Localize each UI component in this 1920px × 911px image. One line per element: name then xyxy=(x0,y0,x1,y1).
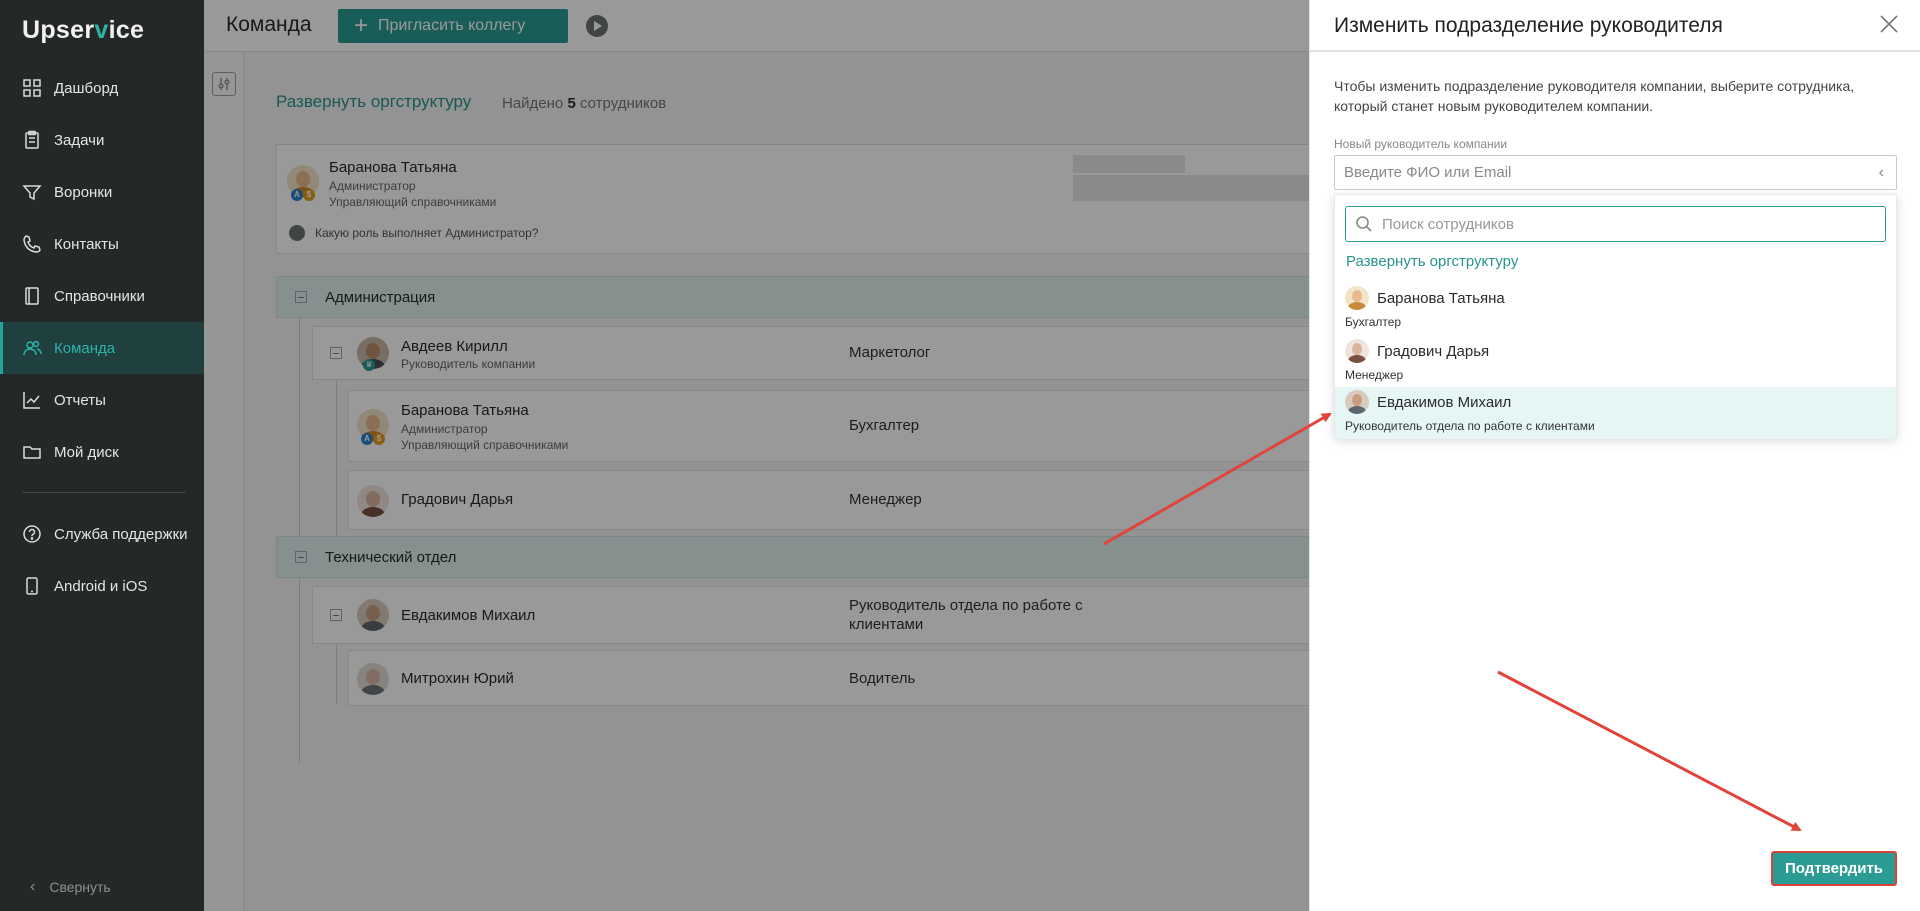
panel-description: Чтобы изменить подразделение руководител… xyxy=(1334,78,1855,114)
team-icon xyxy=(22,338,42,358)
sidebar-item-label: Служба поддержки xyxy=(54,525,188,543)
search-icon xyxy=(1355,215,1373,233)
new-head-placeholder: Введите ФИО или Email xyxy=(1344,164,1512,181)
sidebar-item-label: Задачи xyxy=(54,131,105,149)
search-placeholder: Поиск сотрудников xyxy=(1382,215,1514,233)
sidebar-item-label: Воронки xyxy=(54,183,113,201)
collapse-sidebar-button[interactable]: ‹ Свернуть xyxy=(30,878,111,896)
sidebar-item-directories[interactable]: Справочники xyxy=(0,270,204,322)
tasks-icon xyxy=(22,130,42,150)
option-name: Баранова Татьяна xyxy=(1377,290,1505,307)
help-icon xyxy=(22,524,42,544)
option-role: Менеджер xyxy=(1345,368,1404,382)
option-role: Бухгалтер xyxy=(1345,315,1402,329)
sidebar-divider xyxy=(22,492,186,493)
option-role: Руководитель отдела по работе с клиентам… xyxy=(1345,419,1595,433)
sidebar-item-funnels[interactable]: Воронки xyxy=(0,166,204,218)
sidebar-item-label: Дашборд xyxy=(54,79,119,97)
expand-orgchart-link[interactable]: Развернуть оргструктуру xyxy=(1346,253,1518,270)
folder-icon xyxy=(22,442,42,462)
book-icon xyxy=(22,286,42,306)
sidebar-item-reports[interactable]: Отчеты xyxy=(0,374,204,426)
avatar xyxy=(1345,390,1369,414)
employee-option[interactable]: Градович Дарья Менеджер xyxy=(1335,336,1896,388)
panel-title: Изменить подразделение руководителя xyxy=(1334,14,1723,37)
sidebar-item-label: Мой диск xyxy=(54,443,119,461)
logo[interactable]: Upservice xyxy=(22,16,144,45)
sidebar-item-mobile[interactable]: Android и iOS xyxy=(0,560,204,612)
option-name: Евдакимов Михаил xyxy=(1377,394,1512,411)
employee-option-highlighted[interactable]: Евдакимов Михаил Руководитель отдела по … xyxy=(1335,387,1896,439)
sidebar-item-tasks[interactable]: Задачи xyxy=(0,114,204,166)
sidebar-item-label: Справочники xyxy=(54,287,145,305)
employee-dropdown: Поиск сотрудников Развернуть оргструктур… xyxy=(1334,194,1897,439)
new-head-select[interactable]: Введите ФИО или Email ‹ xyxy=(1334,155,1897,190)
sidebar-item-label: Android и iOS xyxy=(54,577,148,595)
funnel-icon xyxy=(22,182,42,202)
app-root: Upservice Дашборд Задачи Воронки Контакт… xyxy=(0,0,1920,911)
chevron-left-icon: ‹ xyxy=(1878,164,1884,181)
avatar xyxy=(1345,286,1369,310)
change-head-panel: Изменить подразделение руководителя Чтоб… xyxy=(1309,0,1920,911)
chart-icon xyxy=(22,390,42,410)
sidebar: Upservice Дашборд Задачи Воронки Контакт… xyxy=(0,0,204,911)
close-icon[interactable] xyxy=(1877,12,1901,36)
avatar xyxy=(1345,339,1369,363)
modal-overlay[interactable] xyxy=(204,0,1309,911)
panel-header: Изменить подразделение руководителя xyxy=(1310,0,1920,52)
sidebar-item-contacts[interactable]: Контакты xyxy=(0,218,204,270)
sidebar-item-label: Отчеты xyxy=(54,391,106,409)
sidebar-item-label: Команда xyxy=(54,339,116,357)
confirm-button[interactable]: Подтвердить xyxy=(1771,851,1897,886)
employee-search-input[interactable]: Поиск сотрудников xyxy=(1345,206,1886,242)
phone-icon xyxy=(22,234,42,254)
employee-option[interactable]: Баранова Татьяна Бухгалтер xyxy=(1335,283,1896,335)
dashboard-icon xyxy=(22,78,42,98)
sidebar-item-disk[interactable]: Мой диск xyxy=(0,426,204,478)
sidebar-item-support[interactable]: Служба поддержки xyxy=(0,508,204,560)
sidebar-item-team[interactable]: Команда xyxy=(0,322,204,374)
field-label: Новый руководитель компании xyxy=(1334,137,1508,151)
sidebar-item-dashboard[interactable]: Дашборд xyxy=(0,62,204,114)
collapse-label: Свернуть xyxy=(49,879,111,895)
option-name: Градович Дарья xyxy=(1377,343,1490,360)
sidebar-item-label: Контакты xyxy=(54,235,119,253)
mobile-icon xyxy=(22,576,42,596)
chevron-left-icon: ‹ xyxy=(30,878,36,895)
